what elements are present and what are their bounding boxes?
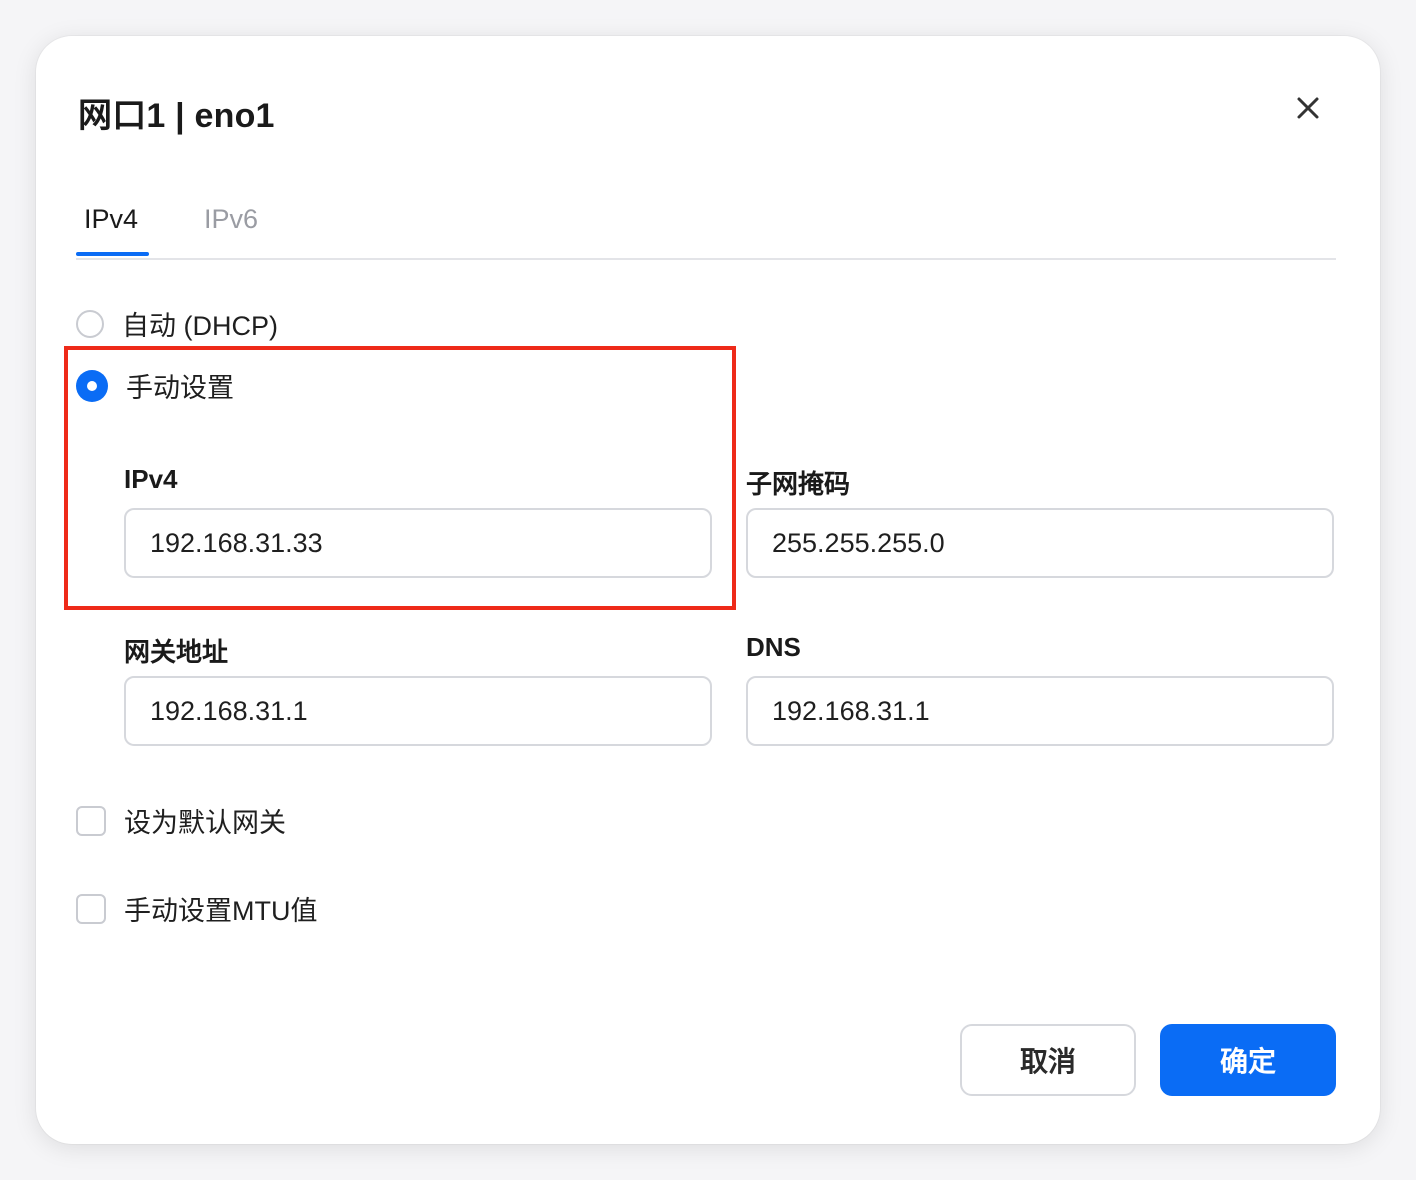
cancel-button[interactable]: 取消 xyxy=(960,1024,1136,1096)
close-icon xyxy=(1297,97,1319,119)
dhcp-radio[interactable] xyxy=(76,309,104,338)
radio-option-dhcp[interactable]: 自动 (DHCP) xyxy=(76,304,278,343)
ip-version-tabs: IPv4 IPv6 xyxy=(76,196,1336,260)
manual-mtu-option[interactable]: 手动设置MTU值 xyxy=(76,889,317,928)
dhcp-label: 自动 (DHCP) xyxy=(122,311,278,341)
ipv4-input[interactable] xyxy=(124,508,712,578)
tab-ipv6[interactable]: IPv6 xyxy=(204,204,258,235)
manual-mtu-label: 手动设置MTU值 xyxy=(124,896,318,926)
default-gateway-checkbox[interactable] xyxy=(76,805,106,836)
subnet-mask-label: 子网掩码 xyxy=(746,469,851,499)
dialog-title: 网口1 | eno1 xyxy=(78,97,275,135)
gateway-label: 网关地址 xyxy=(124,637,229,667)
tab-ipv4[interactable]: IPv4 xyxy=(84,204,138,235)
confirm-button[interactable]: 确定 xyxy=(1160,1024,1336,1096)
network-settings-dialog: 网口1 | eno1 IPv4 IPv6 自动 (DHCP) 手动设置 IPv4… xyxy=(36,36,1380,1144)
active-tab-indicator xyxy=(76,252,149,256)
ipv4-label: IPv4 xyxy=(124,464,178,494)
default-gateway-option[interactable]: 设为默认网关 xyxy=(76,801,286,840)
manual-mtu-checkbox[interactable] xyxy=(76,893,106,924)
dns-input[interactable] xyxy=(746,676,1334,746)
default-gateway-label: 设为默认网关 xyxy=(124,808,286,838)
gateway-input[interactable] xyxy=(124,676,712,746)
close-button[interactable] xyxy=(1290,90,1326,126)
dns-label: DNS xyxy=(746,632,801,662)
subnet-mask-input[interactable] xyxy=(746,508,1334,578)
